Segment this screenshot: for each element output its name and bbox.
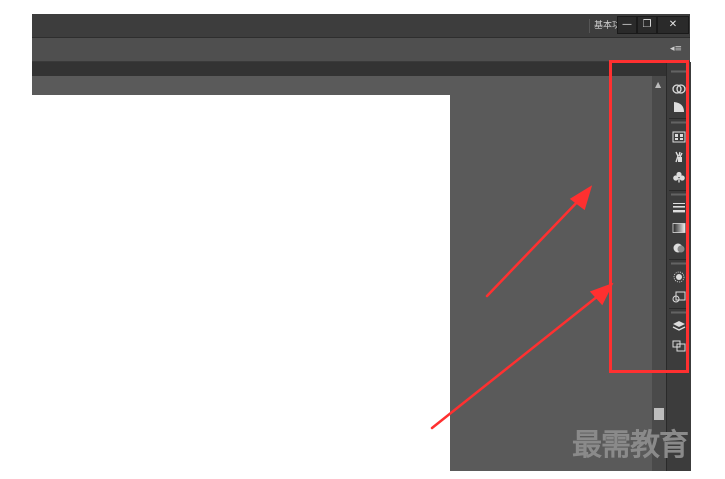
arrow-lower-head: [589, 282, 614, 306]
arrow-lower: [430, 290, 605, 430]
watermark: 最需教育: [572, 428, 689, 463]
annotation-arrows: [430, 185, 614, 430]
arrow-upper: [485, 195, 584, 298]
